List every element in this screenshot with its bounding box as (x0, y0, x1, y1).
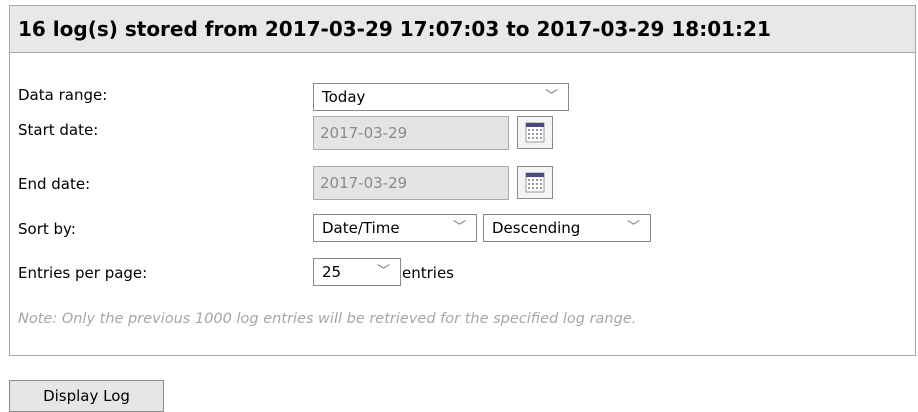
log-settings-panel: 16 log(s) stored from 2017-03-29 17:07:0… (9, 5, 916, 356)
entries-per-page-label: Entries per page: (18, 264, 148, 282)
sort-order-value: Descending (492, 219, 581, 237)
sort-order-select[interactable]: Descending ﹀ (483, 214, 651, 242)
chevron-down-icon: ﹀ (376, 264, 390, 279)
calendar-icon (525, 122, 545, 143)
data-range-value: Today (322, 88, 366, 106)
log-range-note: Note: Only the previous 1000 log entries… (18, 311, 637, 327)
log-summary-title: 16 log(s) stored from 2017-03-29 17:07:0… (10, 6, 915, 53)
end-date-label: End date: (18, 175, 91, 193)
data-range-select[interactable]: Today ﹀ (313, 83, 569, 111)
start-date-input[interactable]: 2017-03-29 (313, 116, 509, 150)
end-date-input[interactable]: 2017-03-29 (313, 166, 509, 200)
start-date-calendar-button[interactable] (517, 116, 553, 149)
entries-suffix: entries (402, 264, 454, 282)
chevron-down-icon: ﹀ (626, 220, 640, 235)
chevron-down-icon: ﹀ (544, 89, 558, 104)
start-date-label: Start date: (18, 121, 99, 139)
calendar-icon (525, 172, 545, 193)
display-log-button[interactable]: Display Log (9, 380, 164, 412)
sort-field-value: Date/Time (322, 219, 400, 237)
chevron-down-icon: ﹀ (452, 220, 466, 235)
entries-per-page-select[interactable]: 25 ﹀ (313, 258, 401, 286)
entries-per-page-value: 25 (322, 263, 342, 281)
sort-field-select[interactable]: Date/Time ﹀ (313, 214, 477, 242)
end-date-calendar-button[interactable] (517, 166, 553, 199)
sort-by-label: Sort by: (18, 220, 76, 238)
data-range-label: Data range: (18, 86, 108, 104)
